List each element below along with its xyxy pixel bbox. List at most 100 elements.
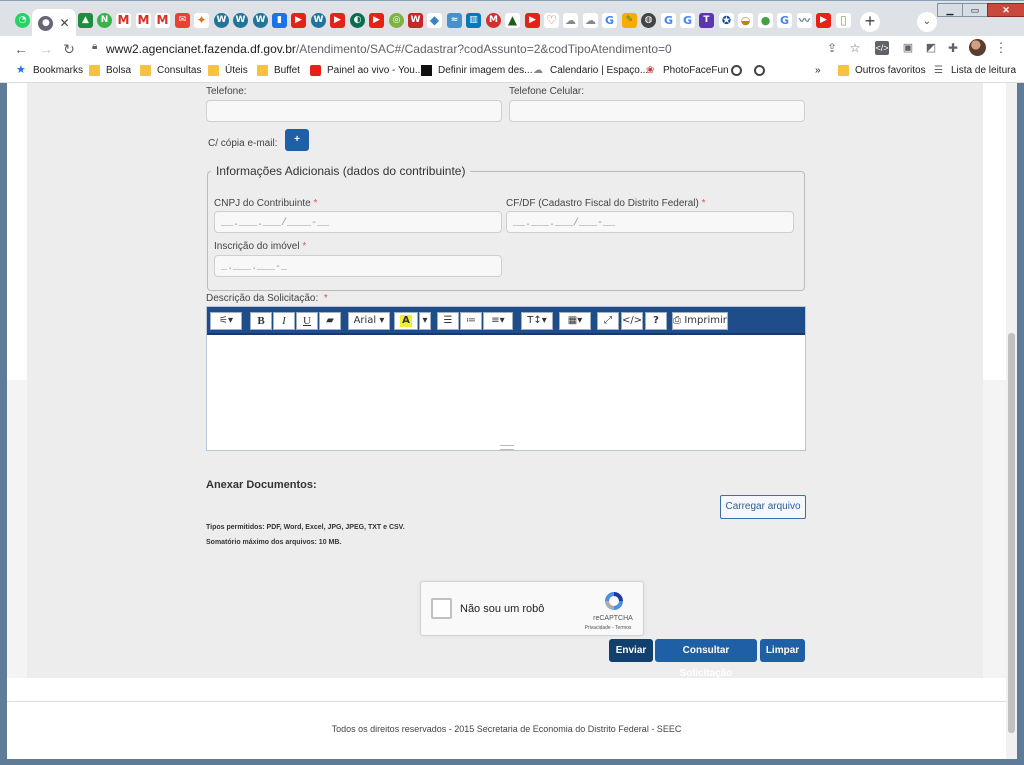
tab-gmail-2[interactable]: M: [134, 9, 153, 31]
bookmark-definir-imagem[interactable]: Definir imagem des...: [421, 65, 532, 76]
puzzle-icon[interactable]: ✚: [944, 39, 962, 57]
tab-tree[interactable]: ▲: [503, 9, 522, 31]
send-button[interactable]: Enviar: [609, 639, 653, 662]
tab-bookmark[interactable]: ▮: [270, 9, 289, 31]
reading-list[interactable]: ☰ Lista de leitura: [934, 65, 1016, 76]
numbered-list-icon[interactable]: ≔: [460, 312, 482, 330]
tab-gmail-3[interactable]: M: [153, 9, 172, 31]
eraser-icon[interactable]: ▰: [319, 312, 341, 330]
text-color-button[interactable]: A: [394, 312, 418, 330]
tab-yt-5[interactable]: ▶: [814, 9, 833, 31]
tab-globe[interactable]: ◍: [639, 9, 658, 31]
bold-button[interactable]: B: [250, 312, 272, 330]
bookmarks-overflow[interactable]: »: [815, 65, 821, 76]
tab-drive[interactable]: ▲: [76, 9, 95, 31]
tab-circle[interactable]: ◎: [387, 9, 406, 31]
resize-handle[interactable]: [500, 445, 514, 450]
bookmark-buffet[interactable]: Buffet: [257, 65, 300, 76]
minimize-button[interactable]: ▁: [937, 3, 963, 17]
tab-search-button[interactable]: ⌄: [917, 12, 937, 32]
underline-button[interactable]: U: [296, 312, 318, 330]
tab-cloud-2[interactable]: ☁: [581, 9, 600, 31]
tab-wave[interactable]: 〰: [795, 9, 814, 31]
cnpj-input[interactable]: __.___.___/____-__: [214, 211, 502, 233]
print-button[interactable]: ⎙ Imprimir: [672, 312, 728, 330]
captcha-checkbox[interactable]: [431, 598, 452, 619]
bookmark-calendario[interactable]: ☁ Calendario | Espaço...: [533, 65, 648, 76]
tab-yt-4[interactable]: ▶: [523, 9, 542, 31]
tab-google-3[interactable]: G: [678, 9, 697, 31]
tab-m-red[interactable]: M: [484, 9, 503, 31]
magic-wand-icon[interactable]: ⚟▾: [210, 312, 242, 330]
tab-google-4[interactable]: G: [775, 9, 794, 31]
celular-input[interactable]: [509, 100, 805, 122]
tab-badge[interactable]: ✪: [717, 9, 736, 31]
tab-yt-3[interactable]: ▶: [367, 9, 386, 31]
clear-button[interactable]: Limpar: [760, 639, 805, 662]
tab-app[interactable]: ◐: [348, 9, 367, 31]
scrollbar-thumb[interactable]: [1008, 333, 1015, 733]
table-icon[interactable]: ▦▾: [559, 312, 591, 330]
tab-gmail-1[interactable]: M: [114, 9, 133, 31]
tab-active[interactable]: ● ✕: [32, 9, 76, 37]
tab-trello[interactable]: ▥: [464, 9, 483, 31]
tab-glass[interactable]: ▯: [834, 9, 853, 31]
tab-yt-1[interactable]: ▶: [289, 9, 308, 31]
add-email-button[interactable]: +: [285, 129, 309, 151]
new-tab-button[interactable]: +: [860, 12, 880, 32]
tab-note[interactable]: ✎: [620, 9, 639, 31]
tab-run[interactable]: ✦: [192, 9, 211, 31]
maximize-button[interactable]: ▭: [962, 3, 988, 17]
tab-cloud-1[interactable]: ☁: [561, 9, 580, 31]
cfdf-input[interactable]: __.___.___/___-__: [506, 211, 794, 233]
tab-google-2[interactable]: G: [659, 9, 678, 31]
profile-avatar[interactable]: [969, 39, 986, 56]
telefone-input[interactable]: [206, 100, 502, 122]
bookmark-consultas[interactable]: Consultas: [140, 65, 201, 76]
bookmark-globe-1[interactable]: [731, 65, 742, 76]
reload-icon[interactable]: ↻: [59, 39, 79, 59]
menu-kebab-icon[interactable]: ⋮: [992, 39, 1010, 57]
back-arrow-icon[interactable]: ←: [11, 39, 31, 59]
bookmark-globe-2[interactable]: [754, 65, 765, 76]
tab-w-red[interactable]: W: [406, 9, 425, 31]
font-family-dropdown[interactable]: Arial ▾: [348, 312, 390, 330]
tab-wp-4[interactable]: W: [309, 9, 328, 31]
code-extension-icon[interactable]: </>: [875, 41, 889, 55]
recaptcha-terms[interactable]: Privacidade - Termos: [576, 625, 640, 631]
star-icon[interactable]: ☆: [846, 39, 864, 57]
bookmark-photofacefun[interactable]: ❀ PhotoFaceFun: [646, 65, 729, 76]
tab-chart[interactable]: ≈: [445, 9, 464, 31]
tab-yt-2[interactable]: ▶: [328, 9, 347, 31]
bookmark-bolsa[interactable]: Bolsa: [89, 65, 131, 76]
tab-bowl[interactable]: ◒: [736, 9, 755, 31]
tab-fish[interactable]: ◆: [425, 9, 444, 31]
consult-button[interactable]: Consultar Solicitação: [655, 639, 757, 679]
close-window-button[interactable]: ✕: [987, 3, 1024, 17]
upload-file-button[interactable]: Carregar arquivo: [720, 495, 806, 519]
tab-t[interactable]: T: [697, 9, 716, 31]
italic-button[interactable]: I: [273, 312, 295, 330]
code-view-icon[interactable]: </>: [621, 312, 643, 330]
tab-wp-3[interactable]: W: [251, 9, 270, 31]
close-tab-icon[interactable]: ✕: [59, 16, 69, 30]
scrollbar[interactable]: [1006, 83, 1017, 759]
bullet-list-icon[interactable]: ☰: [437, 312, 459, 330]
fullscreen-icon[interactable]: ⤢: [597, 312, 619, 330]
inscricao-input[interactable]: _.___.___-_: [214, 255, 502, 277]
tab-heart[interactable]: ♡: [542, 9, 561, 31]
bookmark-outros-favoritos[interactable]: Outros favoritos: [838, 65, 926, 76]
bookmark-bookmarks[interactable]: ★ Bookmarks: [16, 65, 83, 77]
tab-dot[interactable]: ●: [756, 9, 775, 31]
text-size-icon[interactable]: T↕▾: [521, 312, 553, 330]
address-bar[interactable]: www2.agencianet.fazenda.df.gov.br/Atendi…: [106, 42, 672, 56]
tab-wp-2[interactable]: W: [231, 9, 250, 31]
help-icon[interactable]: ?: [645, 312, 667, 330]
color-dropdown-icon[interactable]: ▾: [419, 312, 431, 330]
tab-n[interactable]: N: [95, 9, 114, 31]
extension-flag-icon[interactable]: ◩: [922, 39, 940, 57]
bookmark-painel[interactable]: Painel ao vivo - You...: [310, 65, 423, 76]
tab-wp-1[interactable]: W: [212, 9, 231, 31]
tab-mail[interactable]: ✉: [173, 9, 192, 31]
tab-whatsapp[interactable]: ◔: [13, 9, 32, 31]
